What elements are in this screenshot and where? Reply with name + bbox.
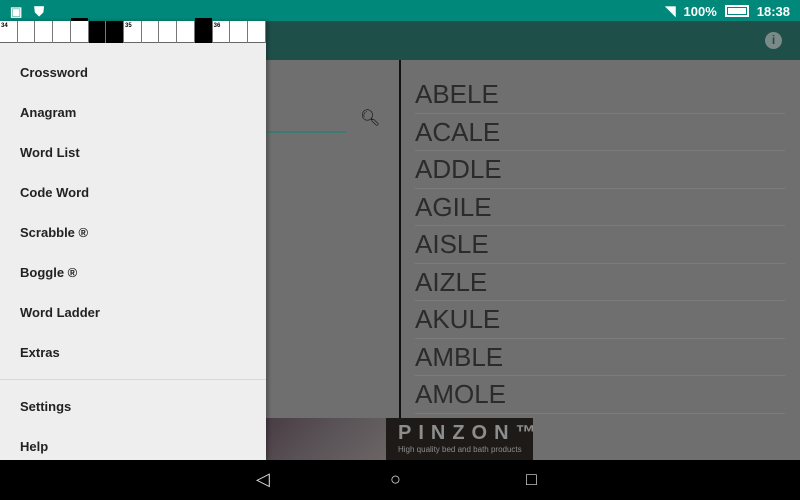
- recents-icon[interactable]: □: [526, 469, 537, 490]
- word-list-item[interactable]: ACALE: [415, 114, 785, 151]
- word-list-item[interactable]: AKULE: [415, 301, 785, 339]
- grid-cell: [248, 21, 266, 43]
- drawer-item-scrabble[interactable]: Scrabble ®: [0, 213, 266, 253]
- word-list: ABELE ACALE ADDLE AGILE AISLE AIZLE AKULE AMBLE…: [415, 76, 785, 414]
- drawer-item-crossword[interactable]: Crossword: [0, 53, 266, 93]
- divider: [399, 60, 401, 420]
- word-list-item[interactable]: AISLE: [415, 226, 785, 264]
- drawer-item-boggle[interactable]: Boggle ®: [0, 253, 266, 293]
- drawer-item-extras[interactable]: Extras: [0, 333, 266, 373]
- shield-icon: ⛊: [34, 4, 45, 19]
- image-icon: ▣: [10, 4, 23, 19]
- grid-cell: [18, 21, 36, 43]
- word-list-item[interactable]: ADDLE: [415, 151, 785, 189]
- ad-image: [266, 418, 386, 460]
- drawer-item-word-ladder[interactable]: Word Ladder: [0, 293, 266, 333]
- wifi-icon: ◥: [665, 3, 676, 18]
- grid-cell: [230, 21, 249, 43]
- navigation-drawer: 34 35 36 Crossword Anagram Word List Code Wor…: [0, 18, 266, 460]
- grid-cell: [53, 21, 71, 43]
- grid-cell: [142, 21, 160, 43]
- grid-cell: [106, 21, 125, 43]
- ad-brand: PINZON™: [398, 422, 533, 444]
- home-icon[interactable]: ○: [390, 469, 401, 490]
- battery-percent: 100%: [683, 3, 717, 19]
- battery-icon: [724, 5, 749, 17]
- grid-cell: [159, 21, 178, 43]
- grid-cell: 34: [0, 21, 18, 43]
- drawer-item-word-list[interactable]: Word List: [0, 133, 266, 173]
- ad-banner[interactable]: PINZON™ High quality bed and bath product…: [266, 418, 533, 460]
- grid-cell: 35: [124, 21, 142, 43]
- drawer-item-anagram[interactable]: Anagram: [0, 93, 266, 133]
- back-icon[interactable]: ◁: [256, 469, 270, 490]
- search-input[interactable]: [266, 131, 346, 133]
- crossword-grid-preview: 34 35 36: [0, 18, 266, 43]
- status-bar: ▣ ⛊ ◥ 100% 18:38: [0, 0, 800, 21]
- grid-cell: [35, 21, 54, 43]
- grid-cell: [88, 21, 107, 43]
- grid-cell: [70, 18, 89, 43]
- word-list-item[interactable]: AMOLE: [415, 376, 785, 414]
- drawer-item-help[interactable]: Help: [0, 427, 266, 467]
- clock: 18:38: [756, 3, 790, 19]
- ad-tagline: High quality bed and bath products: [398, 445, 522, 454]
- word-list-item[interactable]: AGILE: [415, 189, 785, 226]
- word-list-item[interactable]: ABELE: [415, 76, 785, 114]
- grid-cell: [177, 21, 195, 43]
- word-list-item[interactable]: AIZLE: [415, 264, 785, 301]
- drawer-divider: [0, 379, 266, 380]
- grid-cell: [194, 18, 213, 43]
- drawer-item-settings[interactable]: Settings: [0, 387, 266, 427]
- drawer-item-code-word[interactable]: Code Word: [0, 173, 266, 213]
- info-icon[interactable]: i: [765, 32, 782, 49]
- search-icon[interactable]: 🔍︎: [360, 108, 380, 128]
- word-list-item[interactable]: AMBLE: [415, 339, 785, 376]
- grid-cell: 36: [213, 21, 231, 43]
